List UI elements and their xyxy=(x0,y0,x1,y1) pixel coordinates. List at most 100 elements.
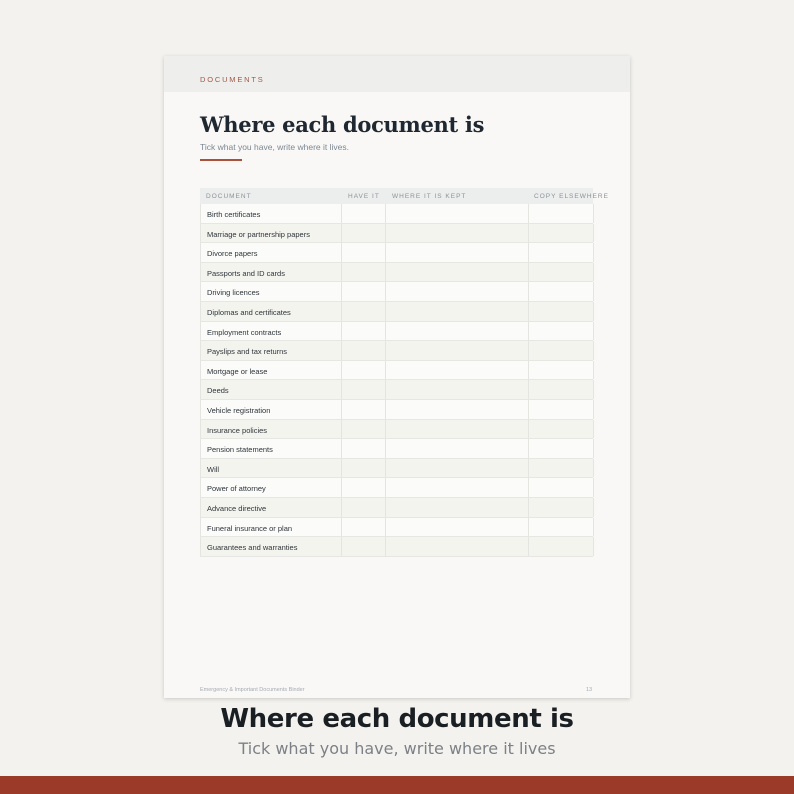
page-header: DOCUMENTS xyxy=(164,56,630,92)
copy-elsewhere-cell[interactable] xyxy=(529,204,593,223)
copy-elsewhere-cell[interactable] xyxy=(529,459,593,478)
have-it-cell[interactable] xyxy=(342,341,385,360)
column-divider xyxy=(528,223,529,243)
copy-elsewhere-cell[interactable] xyxy=(529,341,593,360)
copy-elsewhere-cell[interactable] xyxy=(529,282,593,301)
have-it-cell[interactable] xyxy=(342,282,385,301)
table-row: Employment contracts xyxy=(200,321,594,342)
document-name-cell: Divorce papers xyxy=(207,249,258,259)
column-divider xyxy=(341,282,342,301)
page-subtitle: Tick what you have, write where it lives… xyxy=(200,142,349,152)
where-kept-cell[interactable] xyxy=(386,361,528,380)
column-divider xyxy=(341,419,342,439)
copy-elsewhere-cell[interactable] xyxy=(529,439,593,458)
document-name-cell: Birth certificates xyxy=(207,210,261,219)
where-kept-cell[interactable] xyxy=(386,282,528,301)
have-it-cell[interactable] xyxy=(342,204,385,223)
column-divider xyxy=(341,204,342,223)
copy-elsewhere-cell[interactable] xyxy=(529,380,593,399)
where-kept-cell[interactable] xyxy=(386,518,528,537)
page-number: 13 xyxy=(586,687,593,693)
copy-elsewhere-cell[interactable] xyxy=(529,478,593,497)
copy-elsewhere-cell[interactable] xyxy=(529,537,593,556)
column-divider xyxy=(385,399,386,419)
copy-elsewhere-cell[interactable] xyxy=(529,302,593,321)
have-it-cell[interactable] xyxy=(342,478,385,497)
header-copy-elsewhere: COPY ELSEWHERE xyxy=(534,193,609,200)
copy-elsewhere-cell[interactable] xyxy=(529,498,593,517)
column-divider xyxy=(528,478,529,497)
table-row: Power of attorney xyxy=(200,478,594,498)
have-it-cell[interactable] xyxy=(342,498,385,517)
column-divider xyxy=(200,458,201,478)
have-it-cell[interactable] xyxy=(342,518,385,537)
column-divider xyxy=(385,341,386,360)
have-it-cell[interactable] xyxy=(342,400,385,419)
column-divider xyxy=(341,321,342,341)
document-name-cell: Funeral insurance or plan xyxy=(207,523,293,533)
column-divider xyxy=(200,399,201,419)
column-divider xyxy=(528,399,529,419)
column-divider xyxy=(200,497,201,517)
copy-elsewhere-cell[interactable] xyxy=(529,224,593,243)
column-divider xyxy=(200,380,201,399)
have-it-cell[interactable] xyxy=(342,302,385,321)
column-divider xyxy=(593,478,594,497)
where-kept-cell[interactable] xyxy=(386,243,528,262)
column-divider xyxy=(593,321,594,341)
have-it-cell[interactable] xyxy=(342,439,385,458)
have-it-cell[interactable] xyxy=(342,263,385,282)
have-it-cell[interactable] xyxy=(342,537,385,556)
caption-title: Where each document is xyxy=(220,704,574,734)
header-have-it: HAVE IT xyxy=(348,193,380,200)
column-divider xyxy=(385,223,386,243)
where-kept-cell[interactable] xyxy=(386,459,528,478)
column-divider xyxy=(593,419,594,439)
copy-elsewhere-cell[interactable] xyxy=(529,322,593,341)
where-kept-cell[interactable] xyxy=(386,380,528,399)
column-divider xyxy=(341,458,342,478)
where-kept-cell[interactable] xyxy=(386,420,528,439)
where-kept-cell[interactable] xyxy=(386,302,528,321)
table-row: Mortgage or lease xyxy=(200,360,594,381)
have-it-cell[interactable] xyxy=(342,361,385,380)
where-kept-cell[interactable] xyxy=(386,322,528,341)
column-divider xyxy=(341,380,342,399)
column-divider xyxy=(528,419,529,439)
column-divider xyxy=(593,399,594,419)
have-it-cell[interactable] xyxy=(342,224,385,243)
where-kept-cell[interactable] xyxy=(386,439,528,458)
copy-elsewhere-cell[interactable] xyxy=(529,420,593,439)
have-it-cell[interactable] xyxy=(342,459,385,478)
where-kept-cell[interactable] xyxy=(386,537,528,556)
column-divider xyxy=(593,301,594,321)
column-divider xyxy=(528,301,529,321)
where-kept-cell[interactable] xyxy=(386,204,528,223)
where-kept-cell[interactable] xyxy=(386,224,528,243)
have-it-cell[interactable] xyxy=(342,380,385,399)
column-divider xyxy=(385,262,386,282)
where-kept-cell[interactable] xyxy=(386,263,528,282)
copy-elsewhere-cell[interactable] xyxy=(529,263,593,282)
document-name-cell: Marriage or partnership papers xyxy=(207,229,310,239)
copy-elsewhere-cell[interactable] xyxy=(529,243,593,262)
where-kept-cell[interactable] xyxy=(386,478,528,497)
copy-elsewhere-cell[interactable] xyxy=(529,518,593,537)
caption-subtitle: Tick what you have, write where it lives xyxy=(238,739,556,758)
column-divider xyxy=(341,360,342,380)
document-name-cell: Passports and ID cards xyxy=(207,268,285,278)
column-divider xyxy=(200,360,201,380)
column-divider xyxy=(528,517,529,537)
column-divider xyxy=(593,439,594,458)
where-kept-cell[interactable] xyxy=(386,400,528,419)
where-kept-cell[interactable] xyxy=(386,498,528,517)
have-it-cell[interactable] xyxy=(342,322,385,341)
table-row: Passports and ID cards xyxy=(200,262,594,283)
have-it-cell[interactable] xyxy=(342,420,385,439)
column-divider xyxy=(593,262,594,282)
column-divider xyxy=(341,497,342,517)
copy-elsewhere-cell[interactable] xyxy=(529,400,593,419)
have-it-cell[interactable] xyxy=(342,243,385,262)
where-kept-cell[interactable] xyxy=(386,341,528,360)
copy-elsewhere-cell[interactable] xyxy=(529,361,593,380)
